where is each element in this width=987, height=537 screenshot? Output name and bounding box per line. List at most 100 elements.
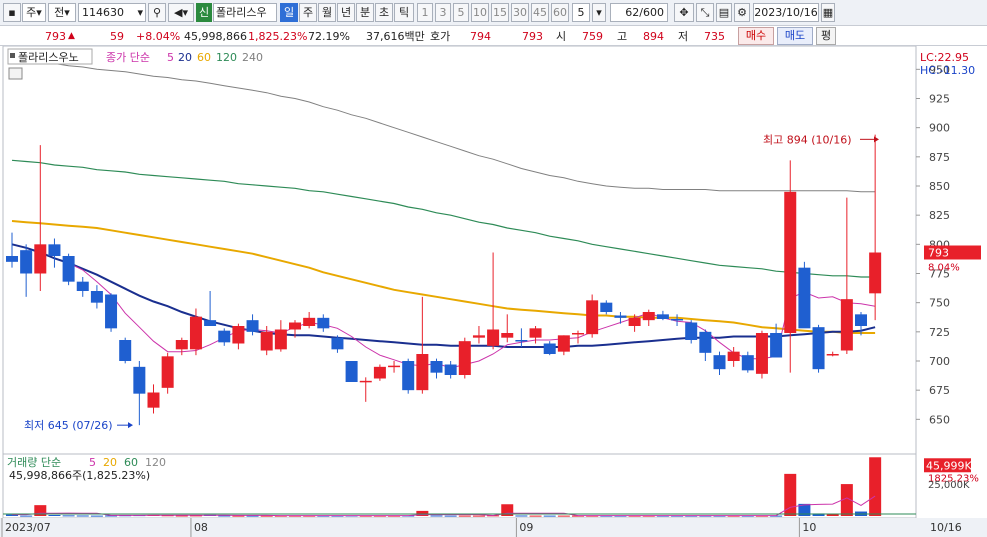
candle-body: [671, 319, 684, 321]
y-tick-label: 875: [929, 151, 950, 164]
up-arrow-icon: ▲: [68, 31, 75, 41]
legend-marker-icon: [10, 53, 15, 58]
stock-name-field[interactable]: 폴라리스우: [213, 3, 277, 22]
period-day-button[interactable]: 일: [280, 3, 298, 22]
candle-body: [90, 291, 103, 303]
candle-body: [218, 330, 231, 343]
interval-30-button[interactable]: 30: [511, 3, 529, 22]
date-field[interactable]: 2023/10/16: [753, 3, 819, 22]
candle-body: [529, 328, 542, 338]
volume-legend-ma-60: 60: [124, 456, 138, 469]
candle-body: [812, 327, 825, 370]
candle-body: [331, 337, 344, 350]
date-strip: [0, 518, 987, 537]
candle-body: [345, 361, 358, 382]
high-price: 894: [643, 30, 664, 43]
interval-3-button[interactable]: 3: [435, 3, 451, 22]
date-label: 10/16: [930, 521, 962, 534]
volume-bar: [515, 515, 528, 517]
dropdown-arrow-icon[interactable]: ▾: [137, 4, 143, 21]
candle-body: [685, 322, 698, 340]
candle-body: [289, 322, 301, 330]
period-month-button[interactable]: 월: [318, 3, 336, 22]
search-icon[interactable]: ⚲: [148, 3, 166, 22]
buy-button[interactable]: 매수: [738, 27, 774, 45]
candle-body: [260, 331, 273, 351]
volume-bar: [430, 515, 443, 517]
candle-body: [204, 320, 217, 326]
legend-price-label: 종가 단순: [106, 51, 150, 64]
candle-body: [600, 302, 613, 312]
candle-body: [855, 314, 867, 326]
interval-1-button[interactable]: 1: [417, 3, 433, 22]
price-change: 59: [110, 30, 124, 43]
period-unit-select[interactable]: 주▾: [22, 3, 46, 22]
volume-readout: 45,998,866주(1,825.23%): [9, 469, 150, 482]
candle-body: [515, 340, 528, 342]
candle-body: [727, 351, 740, 361]
legend-ma-240: 240: [242, 51, 263, 64]
volume-bar: [444, 515, 457, 517]
stock-code-input[interactable]: 114630 ▾: [78, 3, 146, 22]
y-tick-label: 725: [929, 326, 950, 339]
volume-axis-label: 25,000K: [928, 480, 970, 491]
interval-60-button[interactable]: 60: [551, 3, 569, 22]
crosshair-icon[interactable]: ✥: [674, 3, 694, 22]
candle-body: [501, 333, 514, 338]
gear-icon[interactable]: ⚙: [734, 3, 750, 22]
period-minute-button[interactable]: 분: [356, 3, 374, 22]
sell-button[interactable]: 매도: [777, 27, 813, 45]
high-annotation: 최고 894 (10/16): [763, 133, 852, 146]
save-icon[interactable]: ▤: [716, 3, 732, 22]
high-label: 고: [617, 30, 628, 43]
price-chart[interactable]: 650675700725750775800825850875900925950최…: [0, 46, 987, 537]
interval-45-button[interactable]: 45: [531, 3, 549, 22]
candle-body: [642, 312, 655, 321]
period-week-button[interactable]: 주: [299, 3, 317, 22]
candle-body: [274, 329, 287, 350]
candle-body: [430, 361, 443, 373]
chart-menu-icon[interactable]: ▪: [3, 3, 21, 22]
period-second-button[interactable]: 초: [375, 3, 393, 22]
interval-5-button[interactable]: 5: [453, 3, 469, 22]
speaker-menu-icon[interactable]: ◀▾: [168, 3, 194, 22]
candle-body: [189, 316, 202, 350]
date-label: 09: [519, 521, 533, 534]
hc-indicator: HC:-11.30: [920, 64, 975, 77]
candle-body: [246, 320, 259, 332]
bar-count-field[interactable]: 62/600: [610, 3, 668, 22]
candle-body: [869, 252, 882, 294]
period-year-button[interactable]: 년: [337, 3, 355, 22]
volume-bar: [543, 515, 556, 517]
y-tick-label: 825: [929, 209, 950, 222]
legend-ma-20: 20: [178, 51, 192, 64]
candle-body: [699, 331, 712, 353]
candle-body: [147, 392, 160, 408]
price-change-pct: +8.04%: [136, 30, 181, 43]
candle-body: [161, 356, 174, 388]
candle-body: [472, 335, 485, 338]
low-price: 735: [704, 30, 725, 43]
period-tick-button[interactable]: 틱: [394, 3, 414, 22]
date-label: 10: [802, 521, 816, 534]
evaluate-button[interactable]: 평: [816, 27, 836, 45]
y-tick-label: 925: [929, 93, 950, 106]
volume-bar: [62, 515, 75, 517]
draw-tool-icon[interactable]: ⤡: [696, 3, 714, 22]
volume-legend-ma-120: 120: [145, 456, 166, 469]
candle-body: [6, 256, 18, 262]
lc-indicator: LC:22.95: [920, 51, 969, 64]
candle-body: [713, 355, 726, 370]
candle-body: [557, 335, 570, 352]
count-field[interactable]: 5: [572, 3, 590, 22]
count-dropdown-icon[interactable]: ▾: [592, 3, 606, 22]
candle-body: [105, 294, 118, 329]
candle-body: [76, 281, 89, 291]
scope-select[interactable]: 전▾: [48, 3, 76, 22]
interval-15-button[interactable]: 15: [491, 3, 509, 22]
candle-body: [232, 326, 245, 344]
interval-10-button[interactable]: 10: [471, 3, 489, 22]
volume-value: 45,998,866: [184, 30, 247, 43]
calendar-icon[interactable]: ▦: [821, 3, 835, 22]
volume-bar: [20, 515, 33, 517]
